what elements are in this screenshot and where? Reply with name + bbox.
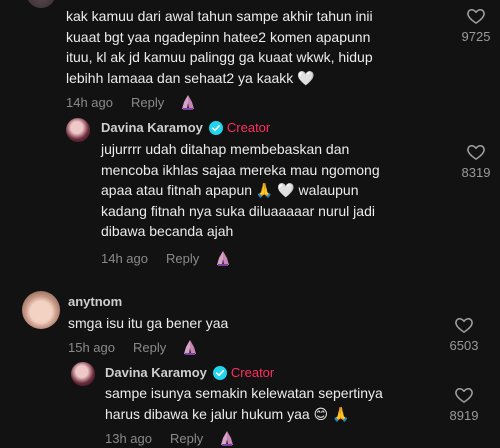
like-count: 6503	[449, 338, 479, 353]
comment-meta: 15h ago Reply	[68, 337, 200, 357]
username[interactable]: Davina Karamoy	[101, 120, 203, 135]
reply-button[interactable]: Reply	[166, 251, 199, 266]
creator-avatar[interactable]	[66, 118, 90, 142]
heart-outline-icon	[454, 315, 474, 335]
like-count: 8919	[449, 408, 479, 423]
reply-line: sampe isunya semakin kelewatan sepertiny…	[105, 385, 383, 401]
like-button[interactable]: 8319	[454, 142, 498, 180]
verified-badge-icon	[213, 366, 227, 380]
verified-badge-icon	[209, 121, 223, 135]
reply-line: harus dibawa ke jalur hukum yaa 😊 🙏	[105, 405, 350, 422]
like-button[interactable]: 9725	[454, 6, 498, 44]
comment-text: kak kamuu dari awal tahun sampe akhir ta…	[66, 6, 446, 88]
reply-line: mencoba ikhlas sajaa mereka mau ngomong	[101, 161, 380, 178]
heart-outline-icon	[454, 385, 474, 405]
timestamp: 14h ago	[101, 250, 148, 266]
comment-text: smga isu itu ga bener yaa	[68, 313, 438, 334]
comment-line: ituu, kl ak jd kamuu palingg ga kuaat wk…	[66, 49, 373, 65]
comment-line: smga isu itu ga bener yaa	[68, 315, 229, 331]
reply-author[interactable]: Davina Karamoy Creator	[101, 120, 270, 135]
username[interactable]: anytnom	[68, 294, 122, 309]
like-count: 9725	[461, 29, 491, 44]
comment-line: kak kamuu dari awal tahun sampe akhir ta…	[66, 8, 373, 24]
creator-label: Creator	[226, 120, 271, 135]
comment-meta: 14h ago Reply	[66, 92, 198, 112]
prayer-hands-emoji-icon[interactable]	[180, 337, 200, 357]
reply-button[interactable]: Reply	[170, 431, 203, 446]
like-button[interactable]: 8919	[442, 385, 486, 423]
creator-label: Creator	[230, 365, 275, 380]
heart-outline-icon	[466, 142, 486, 162]
commenter-avatar[interactable]	[22, 291, 60, 329]
reply-line: jujurrrr udah ditahap membebaskan dan	[101, 141, 350, 157]
commenter-avatar-partial[interactable]	[26, 0, 56, 8]
reply-button[interactable]: Reply	[133, 340, 166, 355]
reply-button[interactable]: Reply	[131, 95, 164, 110]
prayer-hands-emoji-icon[interactable]	[217, 428, 237, 448]
username[interactable]: Davina Karamoy	[105, 365, 207, 380]
prayer-hands-emoji-icon[interactable]	[213, 248, 233, 268]
timestamp: 13h ago	[105, 430, 152, 446]
reply-line: apaa atau fitnah apapun 🙏 🤍 walaupun	[101, 182, 359, 198]
reply-text: jujurrrr udah ditahap membebaskan dan me…	[101, 139, 446, 242]
reply-line: kadang fitnah nya suka diluaaaaar nurul …	[101, 202, 375, 219]
creator-avatar[interactable]	[71, 362, 95, 386]
reply-meta: 13h ago Reply	[105, 428, 237, 448]
timestamp: 14h ago	[66, 94, 113, 110]
comment-author[interactable]: anytnom	[68, 294, 122, 309]
comment-line: kuaat bgt yaa ngadepinn hatee2 komen apa…	[66, 28, 371, 45]
timestamp: 15h ago	[68, 339, 115, 355]
like-button[interactable]: 6503	[442, 315, 486, 353]
comment-line: lebihh lamaaa dan sehaat2 ya kaakk 🤍	[66, 69, 315, 86]
reply-line: dibawa becanda ajah	[101, 223, 234, 239]
reply-meta: 14h ago Reply	[101, 248, 233, 268]
prayer-hands-emoji-icon[interactable]	[178, 92, 198, 112]
heart-outline-icon	[466, 6, 486, 26]
reply-text: sampe isunya semakin kelewatan sepertiny…	[105, 383, 440, 424]
like-count: 8319	[461, 165, 491, 180]
reply-author[interactable]: Davina Karamoy Creator	[105, 365, 274, 380]
